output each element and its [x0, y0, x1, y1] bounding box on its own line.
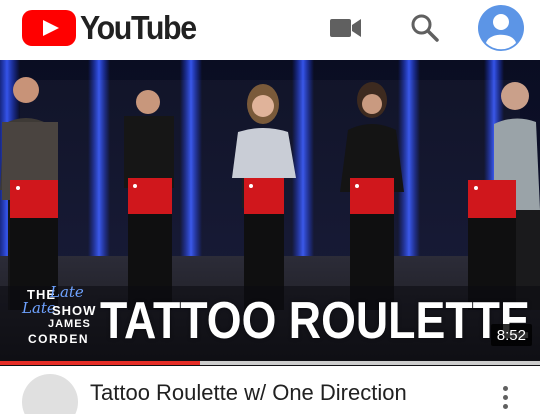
more-vert-icon-dot [503, 404, 508, 409]
search-button[interactable] [405, 8, 445, 48]
youtube-logo[interactable]: YouTube [22, 9, 206, 47]
more-vert-icon [503, 386, 508, 391]
show-logo-late-2: Late [22, 299, 56, 317]
duration-badge: 8:52 [490, 324, 532, 346]
account-avatar-icon [478, 5, 524, 51]
more-vert-icon-dot [503, 395, 508, 400]
progress-fill [0, 361, 200, 365]
video-overlay-title: TATTOO ROULETTE [100, 292, 530, 350]
video-player[interactable]: THE Late Late SHOW JAMES CORDEN TATTOO R… [0, 60, 540, 366]
search-icon [411, 14, 439, 42]
play-logo-icon [22, 10, 76, 46]
logo-text: YouTube [80, 9, 197, 46]
account-button[interactable] [478, 5, 524, 51]
upload-video-button[interactable] [326, 8, 366, 48]
video-title[interactable]: Tattoo Roulette w/ One Direction [90, 380, 407, 406]
late-late-show-logo: THE Late Late SHOW JAMES CORDEN [20, 283, 95, 349]
show-logo-james: JAMES [48, 318, 91, 330]
progress-bar[interactable] [0, 361, 540, 365]
video-metadata: Tattoo Roulette w/ One Direction [0, 366, 540, 414]
video-camera-icon [330, 19, 361, 37]
more-options-button[interactable] [496, 386, 516, 414]
show-logo-corden: CORDEN [28, 332, 90, 346]
app-bar: YouTube [0, 0, 540, 56]
channel-avatar[interactable] [22, 374, 78, 414]
show-logo-show: SHOW [52, 303, 97, 318]
